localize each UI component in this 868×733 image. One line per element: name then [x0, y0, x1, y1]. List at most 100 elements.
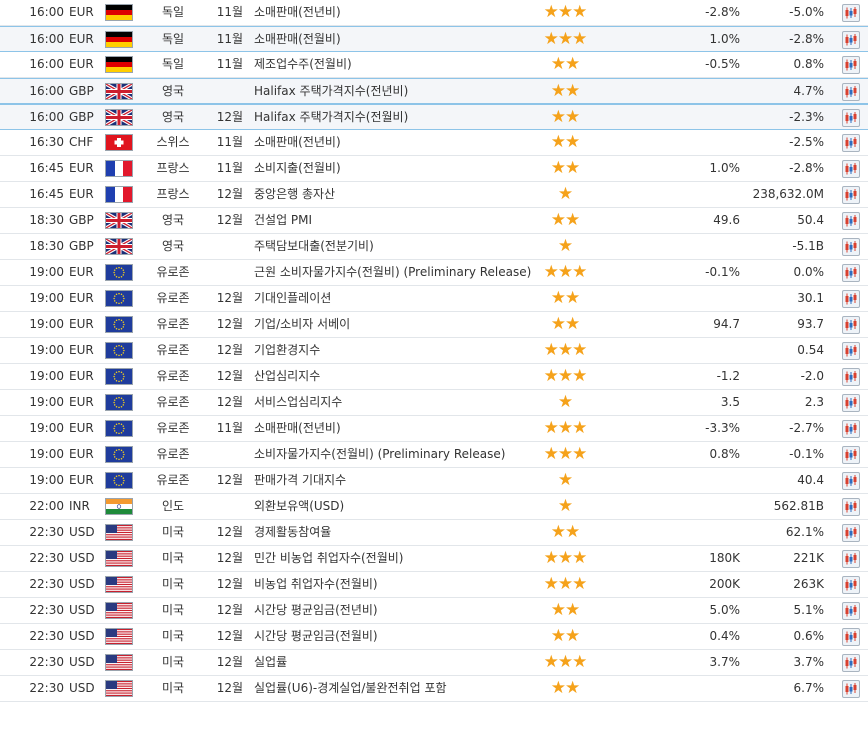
event-time: 22:30 [29, 603, 64, 617]
country-name: 미국 [161, 681, 185, 695]
event-time: 16:00 [29, 84, 64, 98]
table-row[interactable]: 16:00 EUR 독일 11월 소매판매(전월비) ★★★ 1.0% -2.8% [0, 26, 868, 52]
event-period: 11월 [216, 135, 243, 149]
candlestick-chart-icon[interactable] [842, 186, 860, 204]
event-name: 판매가격 기대지수 [254, 473, 347, 487]
event-period: 12월 [216, 577, 243, 591]
previous-value: 0.8% [793, 57, 825, 71]
flag-usa-icon [105, 602, 133, 619]
candlestick-chart-icon[interactable] [842, 264, 860, 282]
candlestick-chart-icon[interactable] [842, 446, 860, 464]
event-period: 12월 [216, 655, 243, 669]
previous-value: 238,632.0M [752, 187, 824, 201]
table-row[interactable]: 19:00 EUR 유로존 12월 기업/소비자 서베이 ★★ 94.7 93.7 [0, 312, 868, 338]
table-row[interactable]: 16:00 GBP 영국 12월 Halifax 주택가격지수(전월비) ★★ -2.3% [0, 104, 868, 130]
currency-code: USD [69, 655, 95, 669]
candlestick-chart-icon[interactable] [842, 576, 860, 594]
table-row[interactable]: 16:00 EUR 독일 11월 소매판매(전년비) ★★★ -2.8% -5.0% [0, 0, 868, 26]
currency-code: USD [69, 629, 95, 643]
table-row[interactable]: 16:30 CHF 스위스 11월 소매판매(전년비) ★★ -2.5% [0, 130, 868, 156]
flag-germany-icon [105, 56, 133, 73]
table-row[interactable]: 19:00 EUR 유로존 근원 소비자물가지수(전월비) (Preliminary … [0, 260, 868, 286]
previous-value: -2.5% [789, 135, 824, 149]
currency-code: EUR [69, 187, 94, 201]
previous-value: 0.0% [793, 265, 825, 279]
candlestick-chart-icon[interactable] [842, 342, 860, 360]
table-row[interactable]: 22:30 USD 미국 12월 실업률 ★★★ 3.7% 3.7% [0, 650, 868, 676]
importance-stars: ★★ [550, 626, 580, 646]
candlestick-chart-icon[interactable] [842, 56, 860, 74]
event-name: 비농업 취업자수(전월비) [254, 577, 378, 591]
country-name: 유로존 [156, 343, 190, 357]
event-period: 12월 [216, 681, 243, 695]
currency-code: CHF [69, 135, 94, 149]
table-row[interactable]: 22:30 USD 미국 12월 민간 비농업 취업자수(전월비) ★★★ 180K 221K [0, 546, 868, 572]
candlestick-chart-icon[interactable] [842, 472, 860, 490]
event-period: 12월 [216, 213, 243, 227]
candlestick-chart-icon[interactable] [842, 550, 860, 568]
table-row[interactable]: 22:30 USD 미국 12월 시간당 평균임금(전월비) ★★ 0.4% 0.6% [0, 624, 868, 650]
event-time: 16:45 [29, 161, 64, 175]
candlestick-chart-icon[interactable] [842, 290, 860, 308]
event-name: 시간당 평균임금(전월비) [254, 629, 378, 643]
table-row[interactable]: 18:30 GBP 영국 주택담보대출(전분기비) ★ -5.1B [0, 234, 868, 260]
table-row[interactable]: 16:45 EUR 프랑스 11월 소비지출(전월비) ★★ 1.0% -2.8% [0, 156, 868, 182]
table-row[interactable]: 22:00 INR 인도 외환보유액(USD) ★ 562.81B [0, 494, 868, 520]
event-time: 22:30 [29, 655, 64, 669]
table-row[interactable]: 16:45 EUR 프랑스 12월 중앙은행 총자산 ★ 238,632.0M [0, 182, 868, 208]
candlestick-chart-icon[interactable] [842, 316, 860, 334]
candlestick-chart-icon[interactable] [842, 498, 860, 516]
currency-code: USD [69, 551, 95, 565]
candlestick-chart-icon[interactable] [842, 109, 860, 127]
country-name: 영국 [161, 239, 185, 253]
candlestick-chart-icon[interactable] [842, 160, 860, 178]
flag-india-icon [105, 498, 133, 515]
table-row[interactable]: 18:30 GBP 영국 12월 건설업 PMI ★★ 49.6 50.4 [0, 208, 868, 234]
event-name: 제조업수주(전월비) [254, 57, 352, 71]
candlestick-chart-icon[interactable] [842, 134, 860, 152]
table-row[interactable]: 19:00 EUR 유로존 12월 판매가격 기대지수 ★ 40.4 [0, 468, 868, 494]
candlestick-chart-icon[interactable] [842, 420, 860, 438]
event-time: 16:30 [29, 135, 64, 149]
candlestick-chart-icon[interactable] [842, 602, 860, 620]
importance-stars: ★ [557, 236, 573, 256]
table-row[interactable]: 19:00 EUR 유로존 소비자물가지수(전월비) (Preliminary Rel… [0, 442, 868, 468]
table-row[interactable]: 19:00 EUR 유로존 12월 서비스업심리지수 ★ 3.5 2.3 [0, 390, 868, 416]
importance-stars: ★★★ [543, 574, 588, 594]
table-row[interactable]: 19:00 EUR 유로존 11월 소매판매(전년비) ★★★ -3.3% -2.7% [0, 416, 868, 442]
currency-code: EUR [69, 421, 94, 435]
flag-usa-icon [105, 576, 133, 593]
previous-value: -0.1% [789, 447, 824, 461]
importance-stars: ★★ [550, 522, 580, 542]
event-time: 22:00 [29, 499, 64, 513]
importance-stars: ★★ [550, 158, 580, 178]
candlestick-chart-icon[interactable] [842, 4, 860, 22]
table-row[interactable]: 16:00 EUR 독일 11월 제조업수주(전월비) ★★ -0.5% 0.8% [0, 52, 868, 78]
previous-value: 50.4 [797, 213, 824, 227]
candlestick-chart-icon[interactable] [842, 628, 860, 646]
candlestick-chart-icon[interactable] [842, 654, 860, 672]
table-row[interactable]: 22:30 USD 미국 12월 비농업 취업자수(전월비) ★★★ 200K 263K [0, 572, 868, 598]
candlestick-chart-icon[interactable] [842, 680, 860, 698]
candlestick-chart-icon[interactable] [842, 83, 860, 101]
event-name: 민간 비농업 취업자수(전월비) [254, 551, 404, 565]
candlestick-chart-icon[interactable] [842, 31, 860, 49]
table-row[interactable]: 19:00 EUR 유로존 12월 기업환경지수 ★★★ 0.54 [0, 338, 868, 364]
event-name: 기대인플레이션 [254, 291, 332, 305]
table-row[interactable]: 19:00 EUR 유로존 12월 기대인플레이션 ★★ 30.1 [0, 286, 868, 312]
previous-value: 263K [793, 577, 824, 591]
event-time: 22:30 [29, 577, 64, 591]
candlestick-chart-icon[interactable] [842, 524, 860, 542]
previous-value: 4.7% [793, 84, 825, 98]
table-row[interactable]: 22:30 USD 미국 12월 시간당 평균임금(전년비) ★★ 5.0% 5.1% [0, 598, 868, 624]
candlestick-chart-icon[interactable] [842, 238, 860, 256]
candlestick-chart-icon[interactable] [842, 394, 860, 412]
candlestick-chart-icon[interactable] [842, 212, 860, 230]
table-row[interactable]: 19:00 EUR 유로존 12월 산업심리지수 ★★★ -1.2 -2.0 [0, 364, 868, 390]
previous-value: -2.0 [800, 369, 824, 383]
event-name: Halifax 주택가격지수(전월비) [254, 110, 409, 124]
table-row[interactable]: 22:30 USD 미국 12월 경제활동참여율 ★★ 62.1% [0, 520, 868, 546]
candlestick-chart-icon[interactable] [842, 368, 860, 386]
table-row[interactable]: 22:30 USD 미국 12월 실업률(U6)-경계실업/불완전취업 포함 ★★ 6.7% [0, 676, 868, 702]
table-row[interactable]: 16:00 GBP 영국 Halifax 주택가격지수(전년비) ★★ 4.7% [0, 78, 868, 104]
